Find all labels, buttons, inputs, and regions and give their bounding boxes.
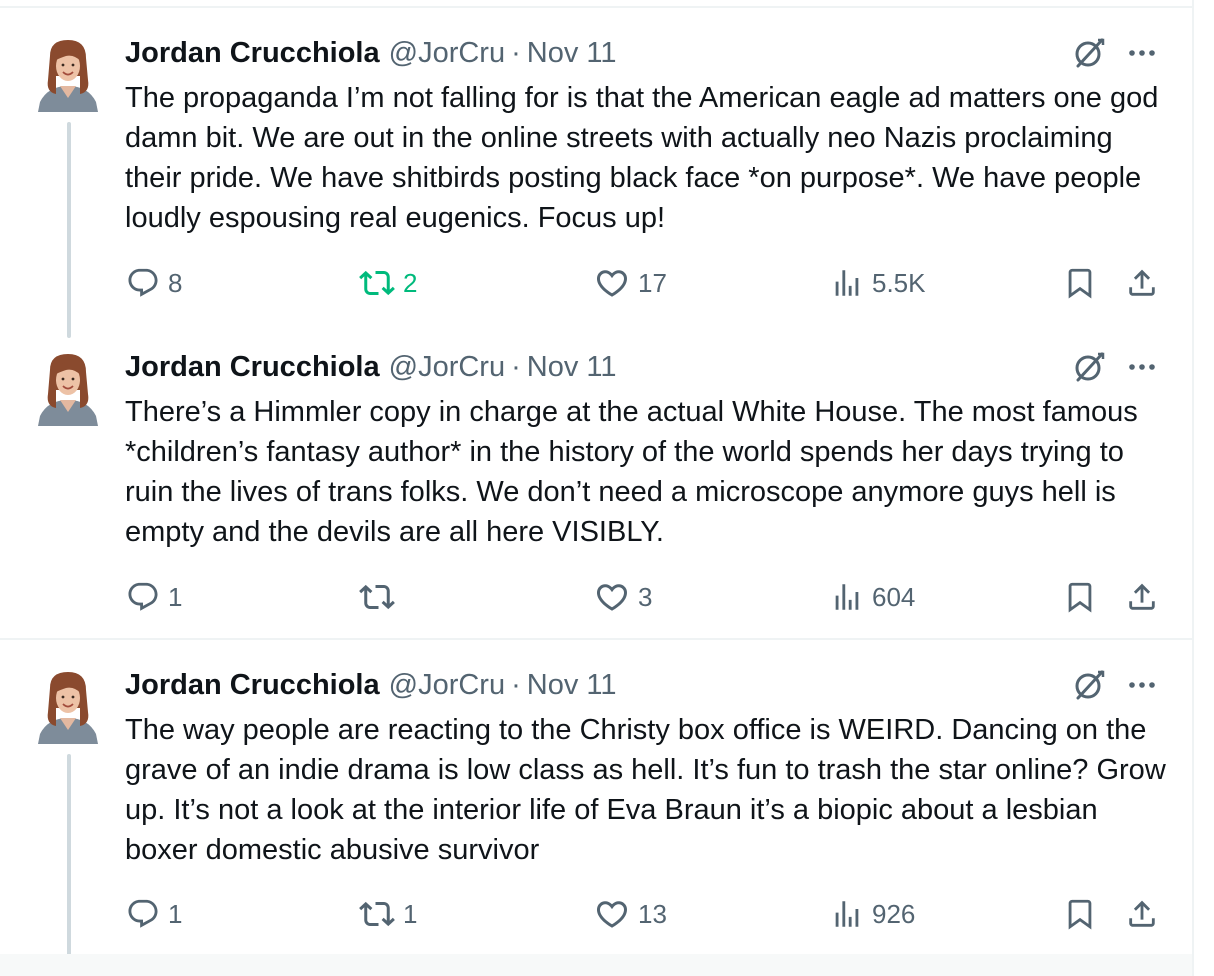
avatar[interactable] <box>38 350 98 426</box>
retweet-count: 1 <box>403 898 418 929</box>
tweet-actions: 8 2 17 5.5K <box>0 265 1192 301</box>
views-count: 5.5K <box>872 267 926 298</box>
views-icon <box>830 266 864 300</box>
retweet-button[interactable] <box>359 579 403 615</box>
tweet-actions: 1 1 13 926 <box>0 896 1192 932</box>
reply-button[interactable]: 1 <box>126 579 182 615</box>
views-icon <box>830 580 864 614</box>
share-button[interactable] <box>1125 579 1159 615</box>
reply-count: 1 <box>168 898 183 929</box>
heart-icon <box>594 265 630 301</box>
bookmark-button[interactable] <box>1063 579 1097 615</box>
bookmark-icon <box>1063 266 1097 300</box>
like-button[interactable]: 13 <box>594 896 667 932</box>
like-count: 3 <box>638 581 653 612</box>
thread-line <box>67 754 71 976</box>
retweet-button[interactable]: 2 <box>359 265 417 301</box>
separator-dot: · <box>511 36 521 69</box>
share-icon <box>1125 580 1159 614</box>
grok-icon[interactable] <box>1072 350 1106 384</box>
like-count: 13 <box>638 898 667 929</box>
bookmark-button[interactable] <box>1063 265 1097 301</box>
views-count: 604 <box>872 581 916 612</box>
tweet-1[interactable]: Jordan Crucchiola @JorCru · Nov 11 The p… <box>0 0 1192 338</box>
reply-button[interactable]: 8 <box>126 265 182 301</box>
more-icon[interactable] <box>1124 350 1160 384</box>
share-icon <box>1125 266 1159 300</box>
tweet-header: Jordan Crucchiola @JorCru · Nov 11 <box>125 667 616 703</box>
bookmark-button[interactable] <box>1063 896 1097 932</box>
tweet-header: Jordan Crucchiola @JorCru · Nov 11 <box>125 35 616 71</box>
share-icon <box>1125 897 1159 931</box>
avatar[interactable] <box>38 36 98 112</box>
bottom-strip <box>0 954 1192 976</box>
author-handle[interactable]: @JorCru <box>389 37 505 70</box>
reply-icon <box>126 897 160 931</box>
reply-icon <box>126 266 160 300</box>
reply-count: 1 <box>168 581 183 612</box>
tweet-date[interactable]: Nov 11 <box>527 669 617 702</box>
more-icon[interactable] <box>1124 668 1160 702</box>
author-handle[interactable]: @JorCru <box>389 669 505 702</box>
separator-dot: · <box>511 668 521 701</box>
thread-line <box>67 122 71 338</box>
tweet-text: The propaganda I’m not falling for is th… <box>125 82 1159 234</box>
retweet-icon <box>359 579 395 615</box>
like-button[interactable]: 17 <box>594 265 667 301</box>
tweet-2[interactable]: Jordan Crucchiola @JorCru · Nov 11 There… <box>0 338 1192 638</box>
tweet-3[interactable]: Jordan Crucchiola @JorCru · Nov 11 The w… <box>0 640 1192 976</box>
views-count: 926 <box>872 898 916 929</box>
share-button[interactable] <box>1125 265 1159 301</box>
tweet-text: The way people are reacting to the Chris… <box>125 714 1166 866</box>
bookmark-icon <box>1063 580 1097 614</box>
bookmark-icon <box>1063 897 1097 931</box>
timeline-right-border <box>1192 0 1194 976</box>
tweet-text: There’s a Himmler copy in charge at the … <box>125 396 1138 548</box>
grok-icon[interactable] <box>1072 668 1106 702</box>
tweet-actions: 1 3 604 <box>0 579 1192 615</box>
heart-icon <box>594 579 630 615</box>
tweet-date[interactable]: Nov 11 <box>527 37 617 70</box>
retweet-button[interactable]: 1 <box>359 896 417 932</box>
like-button[interactable]: 3 <box>594 579 652 615</box>
reply-icon <box>126 580 160 614</box>
author-name[interactable]: Jordan Crucchiola <box>125 37 380 70</box>
separator-dot: · <box>511 350 521 383</box>
heart-icon <box>594 896 630 932</box>
retweet-count: 2 <box>403 267 418 298</box>
views-button[interactable]: 926 <box>830 896 915 932</box>
like-count: 17 <box>638 267 667 298</box>
views-button[interactable]: 5.5K <box>830 265 926 301</box>
author-name[interactable]: Jordan Crucchiola <box>125 351 380 384</box>
reply-button[interactable]: 1 <box>126 896 182 932</box>
grok-icon[interactable] <box>1072 36 1106 70</box>
views-icon <box>830 897 864 931</box>
retweet-icon <box>359 896 395 932</box>
share-button[interactable] <box>1125 896 1159 932</box>
tweet-header: Jordan Crucchiola @JorCru · Nov 11 <box>125 349 616 385</box>
views-button[interactable]: 604 <box>830 579 915 615</box>
retweet-icon <box>359 265 395 301</box>
more-icon[interactable] <box>1124 36 1160 70</box>
tweet-date[interactable]: Nov 11 <box>527 351 617 384</box>
reply-count: 8 <box>168 267 183 298</box>
author-handle[interactable]: @JorCru <box>389 351 505 384</box>
author-name[interactable]: Jordan Crucchiola <box>125 669 380 702</box>
avatar[interactable] <box>38 668 98 744</box>
